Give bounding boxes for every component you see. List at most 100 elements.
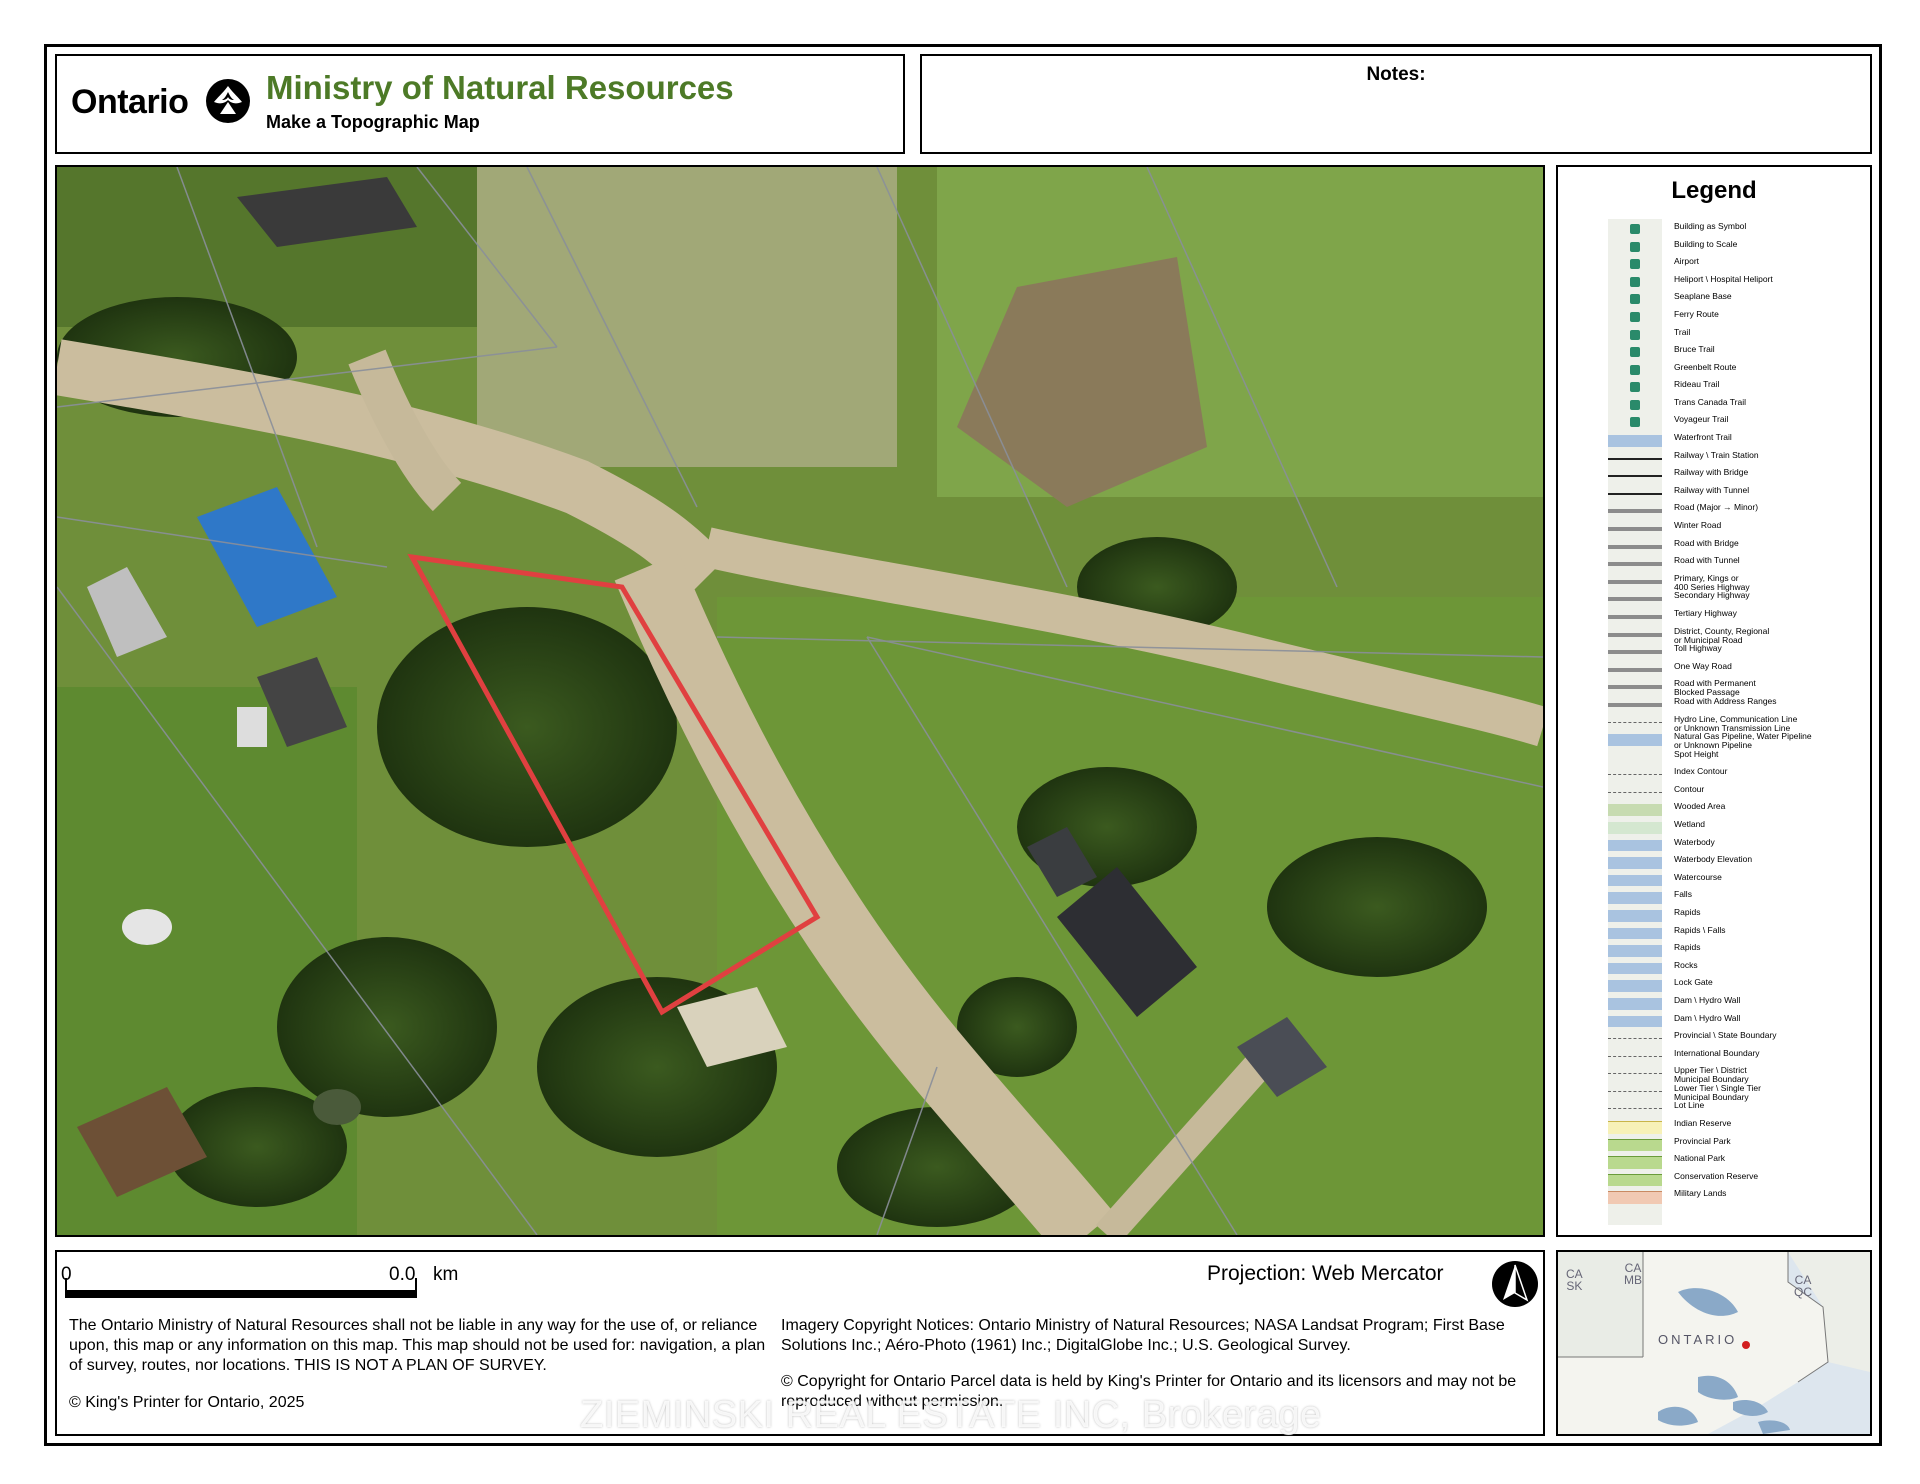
legend-symbol	[1608, 224, 1662, 236]
legend-symbol	[1608, 614, 1662, 619]
legend-symbol	[1608, 475, 1662, 478]
scale-bar	[65, 1290, 417, 1298]
legend-symbol	[1608, 1015, 1662, 1028]
legend-symbol	[1608, 1090, 1662, 1092]
legend-symbol	[1608, 667, 1662, 672]
legend-symbol	[1608, 1121, 1662, 1134]
legend-symbol	[1608, 417, 1662, 429]
legend-symbol	[1608, 774, 1662, 776]
legend-symbol	[1608, 1073, 1662, 1075]
legend-item-label: Road (Major → Minor)	[1674, 502, 1759, 513]
legend-item-label: Secondary Highway	[1674, 590, 1750, 601]
legend-symbol	[1608, 1038, 1662, 1040]
legend-item-label: Watercourse	[1674, 871, 1722, 882]
legend-item-label: Military Lands	[1674, 1188, 1727, 1199]
legend-symbol	[1608, 311, 1662, 324]
legend-item-label: Seaplane Base	[1674, 291, 1732, 302]
legend-symbol	[1608, 721, 1662, 723]
legend-item-label: Provincial Park	[1674, 1135, 1731, 1146]
kings-printer-copyright: © King's Printer for Ontario, 2025	[69, 1394, 305, 1411]
legend-symbol	[1608, 685, 1662, 690]
legend-symbol	[1608, 544, 1662, 549]
ministry-title: Ministry of Natural Resources	[266, 69, 734, 106]
disclaimer-text: The Ontario Ministry of Natural Resource…	[69, 1317, 766, 1374]
legend-title: Legend	[1671, 177, 1757, 204]
legend-item-label: One Way Road	[1674, 660, 1732, 671]
legend-symbol	[1608, 734, 1662, 746]
legend-item-label: Waterbody Elevation	[1674, 854, 1753, 865]
legend-item-label: Dam \ Hydro Wall	[1674, 994, 1741, 1005]
legend-symbol	[1608, 962, 1662, 975]
legend-symbol	[1608, 1156, 1662, 1169]
legend-symbol	[1608, 1173, 1662, 1187]
legend-item-label: Railway \ Train Station	[1674, 449, 1759, 460]
notes-panel: Notes:	[920, 54, 1872, 154]
imagery-copyright: Imagery Copyright Notices: Ontario Minis…	[781, 1317, 1505, 1354]
legend-symbol	[1608, 276, 1662, 289]
legend-symbol	[1608, 1191, 1662, 1204]
legend-item-label: Road with Permanent Blocked Passage	[1674, 678, 1756, 698]
legend-item-label: International Boundary	[1674, 1047, 1760, 1058]
legend-symbol	[1608, 791, 1662, 793]
legend-symbol	[1608, 492, 1662, 495]
locator-inset-map: CA SK CA MB CA QC ONTARIO	[1556, 1250, 1872, 1436]
legend-item-label: Voyageur Trail	[1674, 414, 1729, 425]
legend-item-label: Provincial \ State Boundary	[1674, 1030, 1777, 1041]
legend-symbol	[1608, 1055, 1662, 1057]
legend-item-label: Rapids	[1674, 942, 1701, 953]
legend-item-label: Railway with Bridge	[1674, 467, 1749, 478]
scale-unit-label: km	[433, 1264, 459, 1285]
legend-symbol	[1608, 927, 1662, 940]
legend-item-label: Falls	[1674, 889, 1692, 900]
legend-item-label: Hydro Line, Communication Line or Unknow…	[1674, 713, 1798, 733]
inset-label-ontario: ONTARIO	[1658, 1332, 1738, 1347]
legend-item-label: Trans Canada Trail	[1674, 396, 1746, 407]
legend-symbol	[1608, 752, 1662, 764]
legend-symbol	[1608, 347, 1662, 359]
legend-item-label: Natural Gas Pipeline, Water Pipeline or …	[1674, 731, 1812, 751]
location-marker	[1742, 1341, 1750, 1349]
legend-symbol	[1608, 382, 1662, 394]
legend-item-label: Rapids \ Falls	[1674, 924, 1726, 935]
legend-symbol	[1608, 597, 1662, 602]
projection-label: Projection: Web Mercator	[1207, 1262, 1444, 1285]
legend-symbol	[1608, 562, 1662, 567]
legend-symbol	[1608, 822, 1662, 834]
legend-item-label: Building as Symbol	[1674, 221, 1747, 231]
legend-symbol	[1608, 509, 1662, 514]
ontario-wordmark: Ontario	[71, 83, 189, 121]
legend-symbol	[1608, 579, 1662, 584]
legend-symbol	[1608, 294, 1662, 306]
inset-label-mb: CA MB	[1624, 1261, 1642, 1287]
legend-item-label: Rocks	[1674, 959, 1698, 970]
legend-item-label: Rapids	[1674, 906, 1701, 917]
legend-item-label: Indian Reserve	[1674, 1118, 1732, 1129]
legend-symbol	[1608, 909, 1662, 922]
inset-label-sk: CA SK	[1566, 1267, 1583, 1293]
legend-symbol	[1608, 435, 1662, 447]
legend-symbol	[1608, 241, 1662, 254]
aerial-map[interactable]	[55, 165, 1545, 1237]
legend-item-label: Contour	[1674, 783, 1705, 794]
legend-item-label: Road with Bridge	[1674, 537, 1739, 548]
legend-item-label: Tertiary Highway	[1674, 607, 1737, 618]
legend-item-label: Airport	[1674, 256, 1700, 267]
legend-symbol	[1608, 650, 1662, 655]
legend-symbol	[1608, 329, 1662, 342]
legend-item-label: Lock Gate	[1674, 977, 1713, 988]
legend-symbol	[1608, 804, 1662, 817]
legend-item-label: Toll Highway	[1674, 643, 1722, 654]
legend-symbol	[1608, 1138, 1662, 1152]
legend-symbol	[1608, 399, 1662, 412]
legend-item-label: Heliport \ Hospital Heliport	[1674, 273, 1773, 284]
notes-label: Notes:	[1366, 64, 1426, 85]
legend-item-label: Lot Line	[1674, 1100, 1705, 1111]
north-arrow-icon	[1492, 1261, 1538, 1307]
brokerage-watermark: ZIEMINSKI REAL ESTATE INC, Brokerage	[580, 1394, 1322, 1436]
legend-symbol	[1608, 892, 1662, 904]
legend-symbol	[1608, 997, 1662, 1010]
legend-symbol	[1608, 874, 1662, 887]
legend-symbol	[1608, 364, 1662, 377]
scale-end-label: 0.0	[389, 1264, 416, 1285]
legend-item-label: Waterfront Trail	[1674, 432, 1732, 443]
